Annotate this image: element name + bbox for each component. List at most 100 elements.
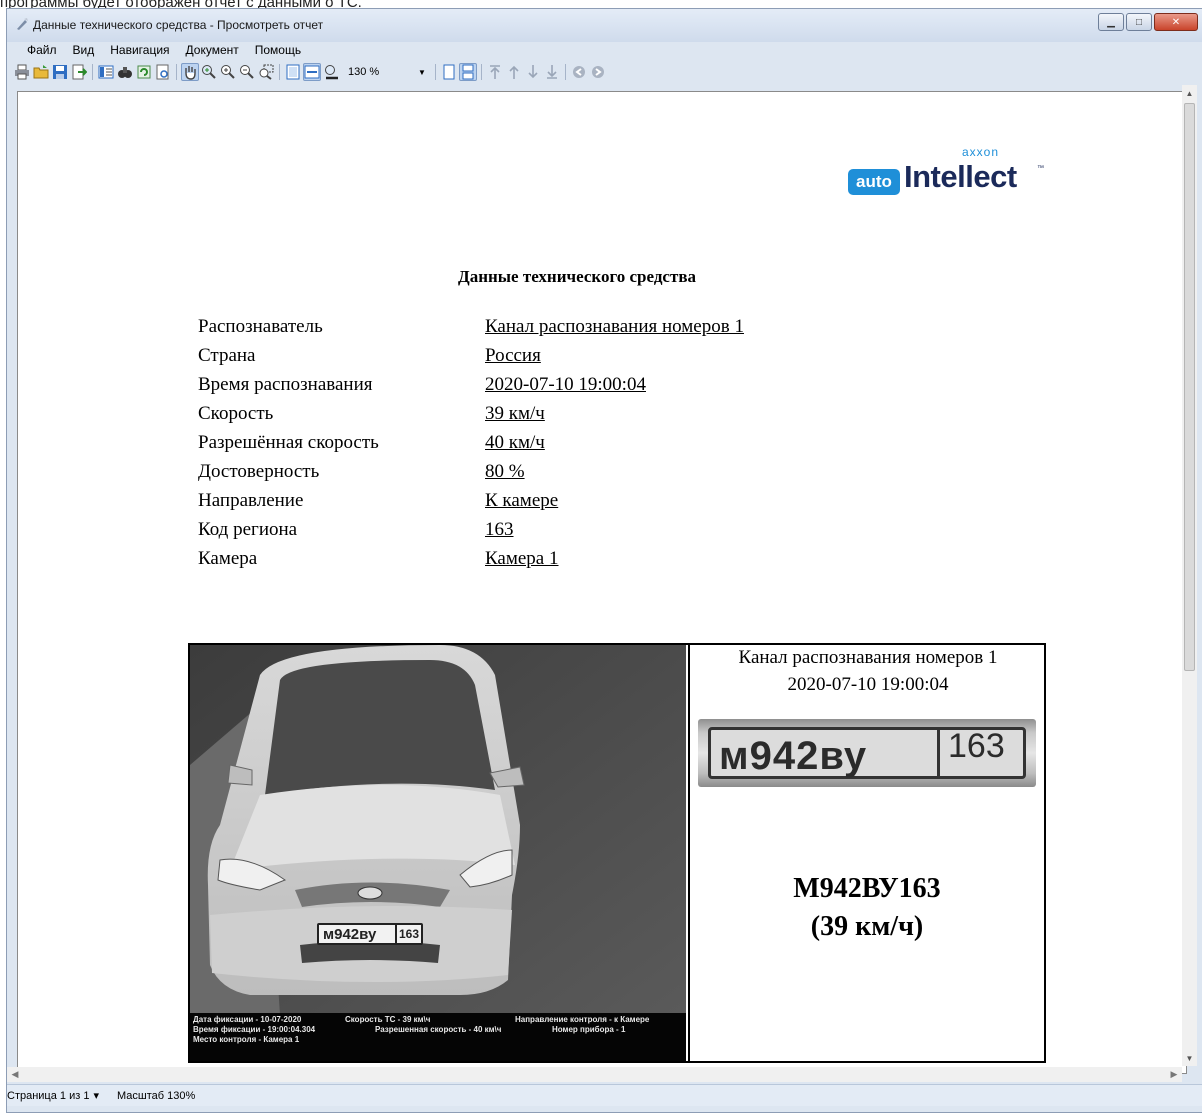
plate-crop-region: 163 [948, 727, 1005, 765]
car-illustration [190, 645, 686, 1015]
continuous-page-icon[interactable] [459, 63, 477, 81]
field-value: Россия [485, 345, 541, 366]
refresh-icon[interactable] [135, 63, 153, 81]
logo-axxon-text: axxon [962, 145, 1000, 159]
menu-view[interactable]: Вид [65, 42, 103, 60]
menu-bar: Файл Вид Навигация Документ Помощь [7, 42, 1202, 60]
print-icon[interactable] [13, 63, 31, 81]
export-icon[interactable] [70, 63, 88, 81]
recognized-plate: М942ВУ163 (39 км/ч) [690, 870, 1044, 946]
horizontal-scrollbar[interactable]: ◀ ▶ [7, 1067, 1182, 1082]
field-value: 80 % [485, 461, 525, 482]
zoom-tool-icon[interactable] [200, 63, 218, 81]
zoom-100-icon[interactable] [322, 63, 340, 81]
zoom-value: 130 % [348, 66, 380, 78]
status-bar: Страница 1 из 1 ▾ Масштаб 130% [7, 1084, 1202, 1106]
field-label: Скорость [198, 403, 274, 424]
chevron-down-icon: ▾ [93, 1090, 99, 1102]
field-row-country: Страна Россия [198, 345, 744, 374]
field-label: Время распознавания [198, 374, 373, 395]
field-label: Код региона [198, 519, 298, 540]
page-fragment-text: программы будет отображен отчет с данным… [0, 0, 362, 8]
back-icon[interactable] [570, 63, 588, 81]
field-row-confidence: Достоверность 80 % [198, 461, 744, 490]
scroll-thumb[interactable] [1184, 103, 1195, 671]
menu-navigation[interactable]: Навигация [102, 42, 177, 60]
first-page-icon[interactable] [486, 63, 504, 81]
recognized-plate-text: М942ВУ163 [793, 873, 941, 904]
chevron-down-icon: ▼ [418, 67, 426, 77]
field-label: Достоверность [198, 461, 320, 482]
field-row-region-code: Код региона 163 [198, 519, 744, 548]
axxon-intellect-logo: axxon auto Intellect ™ [838, 141, 1058, 201]
document-map-icon[interactable] [97, 63, 115, 81]
logo-intellect-text: Intellect [904, 159, 1017, 194]
report-page[interactable]: axxon auto Intellect ™ Данные техническо… [17, 91, 1187, 1074]
field-value: Канал распознавания номеров 1 [485, 316, 744, 337]
scroll-down-icon[interactable]: ▼ [1182, 1050, 1197, 1066]
toolbar-separator [176, 64, 177, 80]
maximize-button[interactable]: □ [1126, 13, 1152, 31]
plate-crop-number: м942ву [719, 734, 868, 778]
forward-icon[interactable] [589, 63, 607, 81]
field-row-recognizer: Распознаватель Канал распознавания номер… [198, 316, 744, 345]
toolbar-separator [481, 64, 482, 80]
caption-allowed-speed: Разрешенная скорость - 40 км\ч [375, 1025, 502, 1034]
scroll-left-icon[interactable]: ◀ [7, 1067, 23, 1082]
zoom-out-icon[interactable] [238, 63, 256, 81]
field-row-camera: Камера Камера 1 [198, 548, 744, 577]
field-label: Страна [198, 345, 256, 366]
close-button[interactable]: ✕ [1154, 13, 1198, 31]
minimize-button[interactable]: ▁ [1098, 13, 1124, 31]
caption-time: Время фиксации - 19:00:04.304 [193, 1025, 316, 1034]
single-page-icon[interactable] [440, 63, 458, 81]
zoom-in-icon[interactable] [219, 63, 237, 81]
whole-page-icon[interactable] [284, 63, 302, 81]
recognition-frame-box: м942ву 163 Дата фиксации - 10-07-2020 Ск… [188, 643, 1046, 1063]
page-indicator-text: Страница 1 из 1 [7, 1089, 90, 1102]
field-row-speed: Скорость 39 км/ч [198, 403, 744, 432]
toolbar-separator [92, 64, 93, 80]
last-page-icon[interactable] [543, 63, 561, 81]
plate-crop-image: м942ву 163 [698, 719, 1036, 787]
page-setup-icon[interactable] [154, 63, 172, 81]
photo-caption: Дата фиксации - 10-07-2020 Скорость ТС -… [190, 1013, 686, 1061]
page-width-icon[interactable] [303, 63, 321, 81]
report-title: Данные технического средства [458, 267, 696, 286]
caption-device-number: Номер прибора - 1 [552, 1025, 626, 1034]
scroll-right-icon[interactable]: ▶ [1166, 1067, 1182, 1082]
previous-page-icon[interactable] [505, 63, 523, 81]
menu-help[interactable]: Помощь [247, 42, 309, 60]
caption-speed: Скорость ТС - 39 км\ч [345, 1015, 431, 1024]
recognized-speed-text: (39 км/ч) [810, 911, 924, 942]
car-license-plate: м942ву 163 [317, 923, 423, 945]
plate-crop-frame: м942ву 163 [708, 727, 1026, 779]
zoom-area-icon[interactable] [257, 63, 275, 81]
find-icon[interactable] [116, 63, 134, 81]
toolbar: 130 % ▼ [7, 60, 1202, 84]
save-icon[interactable] [51, 63, 69, 81]
car-plate-region: 163 [395, 925, 419, 943]
next-page-icon[interactable] [524, 63, 542, 81]
app-icon [17, 18, 28, 30]
field-row-direction: Направление К камере [198, 490, 744, 519]
recognition-details: Канал распознавания номеров 1 2020-07-10… [688, 645, 1046, 1061]
menu-file[interactable]: Файл [19, 42, 65, 60]
caption-direction: Направление контроля - к Камере [515, 1015, 650, 1024]
toolbar-separator [279, 64, 280, 80]
side-time: 2020-07-10 19:00:04 [787, 674, 949, 695]
hand-tool-icon[interactable] [181, 63, 199, 81]
field-value: 39 км/ч [485, 403, 545, 424]
toolbar-separator [435, 64, 436, 80]
car-photo: м942ву 163 Дата фиксации - 10-07-2020 Ск… [190, 645, 686, 1061]
logo-trademark: ™ [1037, 165, 1044, 172]
field-value: К камере [485, 490, 559, 511]
zoom-select[interactable]: 130 % ▼ [344, 63, 428, 81]
menu-document[interactable]: Документ [178, 42, 247, 60]
page-indicator[interactable]: Страница 1 из 1 ▾ [7, 1089, 99, 1103]
plate-crop-region-box: 163 [937, 727, 1026, 779]
scroll-up-icon[interactable]: ▲ [1182, 85, 1197, 101]
open-folder-icon[interactable] [32, 63, 50, 81]
vertical-scrollbar[interactable]: ▲ ▼ [1182, 85, 1197, 1066]
caption-location: Место контроля - Камера 1 [193, 1035, 300, 1044]
